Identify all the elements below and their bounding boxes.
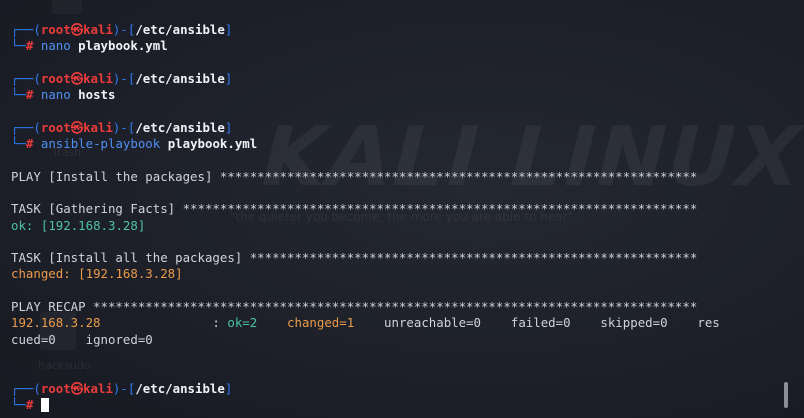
prompt-host: kali	[83, 22, 113, 37]
prompt-line: ┌──(root㉿kali)-[/etc/ansible]	[11, 120, 781, 136]
terminal-output: ┌──(root㉿kali)-[/etc/ansible] └─# nano p…	[11, 22, 781, 413]
prompt-at-symbol: ㉿	[70, 70, 84, 86]
input-line[interactable]: └─#	[11, 397, 781, 413]
prompt-at-symbol: ㉿	[70, 119, 84, 135]
play-header: PLAY [Install the packages] ************…	[11, 168, 698, 184]
task-header-install-packages: TASK [Install all the packages] ********…	[11, 250, 698, 266]
result-host: [192.168.3.28]	[78, 266, 183, 282]
prompt-bracket: ]	[224, 380, 233, 396]
recap-changed: changed=1	[287, 315, 355, 331]
prompt-prefix: └─	[11, 38, 26, 54]
prompt-path: /etc/ansible	[135, 70, 225, 86]
prompt-bracket: ┌──(	[11, 380, 41, 396]
prompt-at-symbol: ㉿	[70, 380, 84, 396]
prompt-line: ┌──(root㉿kali)-[/etc/ansible]	[11, 381, 781, 397]
task-header-gathering-facts: TASK [Gathering Facts] *****************…	[11, 201, 698, 217]
recap-unreachable: unreachable=0	[384, 315, 482, 331]
command-arg: playbook.yml	[78, 38, 168, 54]
scrollbar-thumb[interactable]	[784, 382, 788, 408]
prompt-bracket: ]	[224, 70, 233, 86]
recap-ok: ok=2	[227, 315, 258, 331]
prompt-path: /etc/ansible	[135, 119, 225, 135]
recap-skipped: skipped=0	[600, 315, 668, 331]
prompt-host: kali	[83, 119, 113, 135]
prompt-hash: #	[25, 38, 34, 54]
prompt-prefix: └─	[11, 136, 26, 152]
task-result-ok: ok: [192.168.3.28]	[11, 218, 781, 234]
prompt-host: kali	[83, 380, 113, 396]
prompt-bracket: ]	[224, 119, 233, 135]
prompt-bracket: )-[	[112, 380, 136, 396]
command-line: └─# nano playbook.yml	[11, 38, 781, 54]
command-line: └─# ansible-playbook playbook.yml	[11, 136, 781, 152]
prompt-user: root	[40, 22, 71, 37]
prompt-path: /etc/ansible	[135, 380, 225, 396]
command-arg: hosts	[78, 87, 116, 103]
prompt-bracket: ┌──(	[11, 22, 41, 37]
prompt-bracket: )-[	[112, 70, 136, 86]
prompt-prefix: └─	[11, 396, 26, 412]
prompt-prefix: └─	[11, 87, 26, 103]
command-name: nano	[40, 38, 71, 54]
command-name: ansible-playbook	[40, 136, 161, 152]
prompt-path: /etc/ansible	[135, 22, 225, 37]
prompt-bracket: )-[	[112, 119, 136, 135]
recap-host: 192.168.3.28	[11, 315, 101, 331]
command-arg: playbook.yml	[167, 136, 258, 152]
recap-rescued-wrap: cued=0	[11, 331, 56, 347]
prompt-hash: #	[25, 136, 34, 152]
prompt-bracket: ]	[224, 22, 233, 37]
prompt-at-symbol: ㉿	[70, 22, 84, 37]
prompt-bracket: ┌──(	[11, 119, 41, 135]
terminal-window[interactable]: Trash hacksudo KALI LINUX "the quieter y…	[0, 0, 804, 418]
prompt-line: ┌──(root㉿kali)-[/etc/ansible]	[11, 22, 781, 38]
prompt-host: kali	[83, 70, 113, 86]
play-recap-header: PLAY RECAP *****************************…	[11, 299, 698, 315]
status-changed: changed:	[11, 266, 71, 282]
command-line: └─# nano hosts	[11, 87, 781, 103]
text-cursor	[40, 397, 49, 412]
recap-line: 192.168.3.28 : ok=2 changed=1 unreachabl…	[11, 315, 781, 331]
prompt-hash: #	[25, 87, 34, 103]
prompt-user: root	[40, 70, 71, 86]
command-name: nano	[40, 87, 71, 103]
recap-failed: failed=0	[510, 315, 571, 331]
recap-rescued: res	[697, 315, 720, 331]
prompt-bracket: )-[	[112, 22, 136, 37]
prompt-line: ┌──(root㉿kali)-[/etc/ansible]	[11, 71, 781, 87]
recap-line-wrap: cued=0 ignored=0	[11, 332, 781, 348]
status-ok: ok:	[11, 217, 34, 233]
task-result-changed: changed: [192.168.3.28]	[11, 266, 781, 282]
prompt-user: root	[40, 119, 71, 135]
prompt-hash: #	[25, 396, 34, 412]
result-host: [192.168.3.28]	[40, 217, 146, 233]
recap-ignored: ignored=0	[85, 331, 153, 347]
recap-separator: :	[100, 315, 228, 331]
prompt-user: root	[40, 380, 71, 396]
prompt-bracket: ┌──(	[11, 70, 41, 86]
desktop-icon-tile	[52, 0, 82, 14]
